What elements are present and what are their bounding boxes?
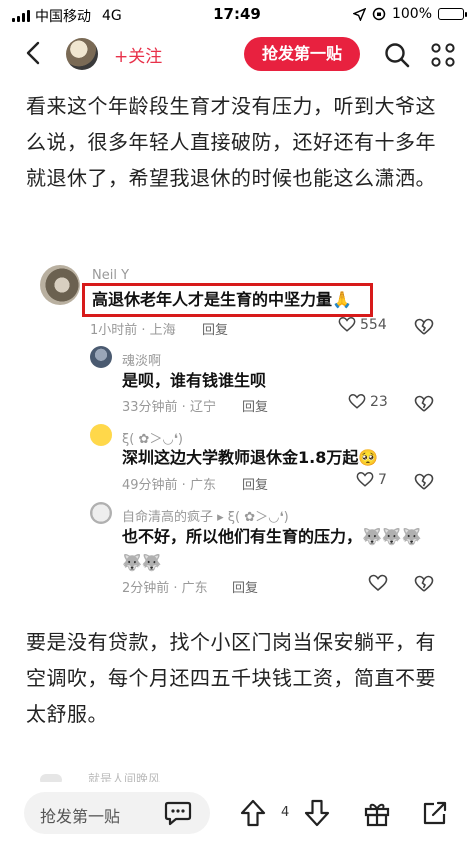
search-icon[interactable] <box>382 40 412 70</box>
reply-text: 深圳这边大学教师退休金1.8万起🥺 <box>122 448 379 467</box>
comment-time: 1小时前 · 上海 <box>90 323 176 338</box>
reply-button[interactable]: 回复 <box>242 474 268 493</box>
dislike-icon[interactable] <box>414 394 434 414</box>
chat-icon[interactable] <box>164 800 192 826</box>
like-button[interactable]: 7 <box>356 471 387 488</box>
heart-icon <box>338 317 356 332</box>
status-bar: 中国移动 4G 17:49 100% <box>0 0 474 30</box>
nav-bar: +关注 抢发第一贴 <box>0 32 474 76</box>
post-paragraph-1: 看来这个年龄段生育才没有压力，听到大爷这么说，很多年轻人直接破防，还好还有十多年… <box>26 94 436 190</box>
status-right: 100% <box>352 6 467 22</box>
reply-time: 49分钟前 · 广东 <box>122 478 216 493</box>
reply-name: 自命清高的疯子 ▸ ξ( ✿＞◡❛) <box>122 510 289 525</box>
reply-avatar <box>90 424 112 446</box>
reply-name: 魂淡啊 <box>122 354 162 369</box>
more-apps-icon[interactable] <box>428 40 458 70</box>
like-count: 23 <box>370 393 388 410</box>
like-count: 7 <box>378 471 387 488</box>
reply-time: 33分钟前 · 辽宁 <box>122 400 216 415</box>
share-icon[interactable] <box>420 798 450 828</box>
location-icon <box>352 7 366 21</box>
reply-avatar <box>90 346 112 368</box>
like-button[interactable]: 23 <box>348 393 388 410</box>
post-paragraph-2: 要是没有贷款，找个小区门岗当保安躺平，有空调吹，每个月还四五千块钱工资，简直不要… <box>26 630 436 726</box>
commenter-name: Neil Y <box>92 268 130 283</box>
dislike-icon[interactable] <box>414 574 434 594</box>
reply-button[interactable]: 回复 <box>202 319 228 338</box>
grab-first-post-button[interactable]: 抢发第一贴 <box>244 37 360 71</box>
upvote-icon[interactable] <box>238 798 268 828</box>
downvote-icon[interactable] <box>302 798 332 828</box>
highlight-box <box>82 283 373 317</box>
like-count: 554 <box>360 316 387 333</box>
like-button[interactable]: 554 <box>338 316 387 333</box>
comment-input-placeholder: 抢发第一贴 <box>40 807 121 826</box>
reply-text: 也不好，所以他们有生育的压力，🐺🐺🐺🐺🐺 <box>122 527 422 572</box>
reply-time: 2分钟前 · 广东 <box>122 581 208 596</box>
heart-icon[interactable] <box>368 574 388 592</box>
battery-percent: 100% <box>391 6 432 22</box>
author-avatar[interactable] <box>66 38 98 70</box>
rotation-lock-icon <box>372 7 386 21</box>
dislike-icon[interactable] <box>414 472 434 492</box>
reply-text: 是呗，谁有钱谁生呗 <box>122 371 267 390</box>
battery-icon <box>438 8 467 20</box>
heart-icon <box>348 394 366 409</box>
back-icon[interactable] <box>20 38 50 68</box>
reply-button[interactable]: 回复 <box>242 396 268 415</box>
reply-button[interactable]: 回复 <box>232 577 258 596</box>
heart-icon <box>356 472 374 487</box>
comment-screenshot: Neil Y 高退休老年人才是生育的中坚力量🙏 1小时前 · 上海 回复 554… <box>40 262 460 602</box>
reply-avatar <box>90 502 112 524</box>
commenter-avatar <box>40 265 80 305</box>
comment-input[interactable]: 抢发第一贴 <box>24 792 210 834</box>
gift-icon[interactable] <box>362 798 392 828</box>
vote-count: 4 <box>281 805 290 820</box>
bottom-bar: 抢发第一贴 4 <box>0 782 474 843</box>
follow-button[interactable]: +关注 <box>114 42 162 67</box>
dislike-icon[interactable] <box>414 317 434 337</box>
